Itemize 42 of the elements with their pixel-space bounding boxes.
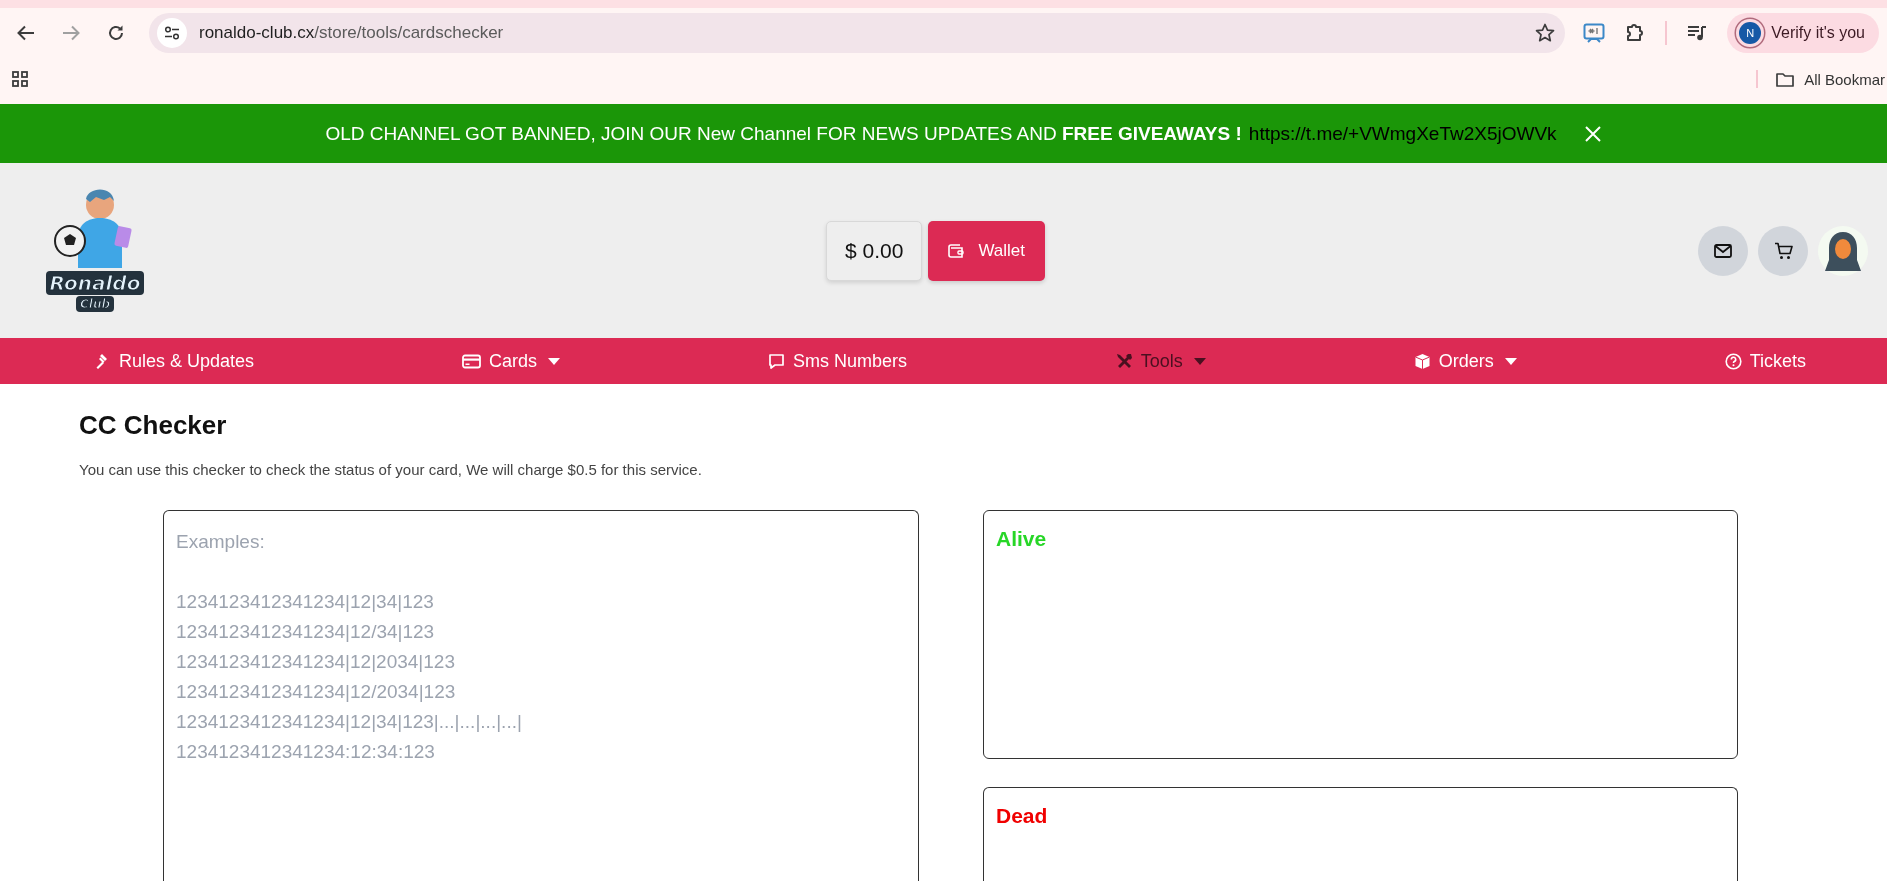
- extensions-icon[interactable]: [1625, 23, 1646, 43]
- password-icon[interactable]: [1583, 23, 1606, 43]
- apps-icon[interactable]: [12, 71, 28, 87]
- cart-button[interactable]: [1758, 225, 1808, 276]
- balance-button[interactable]: $ 0.00: [826, 220, 923, 281]
- profile-button[interactable]: N Verify it's you: [1727, 13, 1879, 53]
- channel-link[interactable]: https://t.me/+VWmgXeTw2X5jOWVk: [1248, 122, 1557, 145]
- banner-text: OLD CHANNEL GOT BANNED, JOIN OUR New Channel FOR NEWS UPDATES AND FREE GIVEAWAYS !: [325, 122, 1242, 145]
- page-title: CC Checker: [79, 410, 228, 441]
- nav-link[interactable]: Tickets: [1724, 350, 1806, 372]
- cards-input-field[interactable]: Examples: 1234123412341234|12|34|123 1234123412341234|12/34|123 1234123412341234|12|2034|123 1234123412341234|12/2034|123 1234123412341234|12|34|123|...|...|...|...| 1234123412341234:12:34:123: [163, 510, 919, 881]
- nav-link[interactable]: Sms Numbers: [767, 350, 907, 372]
- messages-button[interactable]: [1698, 225, 1748, 276]
- nav-link[interactable]: Rules & Updates: [95, 350, 255, 372]
- logo-text: Ronaldo: [45, 271, 145, 295]
- panel-title: Dead: [996, 804, 1049, 828]
- forward-arrow-icon: [62, 25, 80, 41]
- envelope-icon: [1714, 243, 1732, 258]
- media-icon[interactable]: [1687, 24, 1708, 42]
- folder-icon: [1776, 71, 1795, 87]
- credit-card-icon: [461, 353, 481, 369]
- tools-icon: [1114, 352, 1133, 370]
- close-icon[interactable]: [1583, 124, 1602, 143]
- url-text: ronaldo-club.cx/store/tools/cardschecker: [199, 23, 505, 43]
- wallet-icon: [948, 243, 965, 258]
- box-icon: [1413, 352, 1431, 370]
- nav-link[interactable]: Tools: [1114, 350, 1206, 372]
- wallet-button[interactable]: Wallet: [928, 220, 1045, 281]
- all-bookmarks-link[interactable]: All Bookmar: [1776, 70, 1885, 88]
- nav-link[interactable]: Cards: [461, 350, 560, 372]
- cart-icon: [1773, 241, 1793, 260]
- site-settings-icon[interactable]: [157, 18, 187, 48]
- chat-icon: [767, 352, 785, 370]
- address-field[interactable]: ronaldo-club.cx/store/tools/cardschecker: [149, 13, 1566, 53]
- page-description: You can use this checker to check the status of your card, We will charge $0.5 for this service.: [79, 461, 703, 478]
- back-arrow-icon: [17, 25, 35, 41]
- help-icon: [1724, 352, 1742, 370]
- nav-link[interactable]: Orders: [1413, 350, 1517, 372]
- user-avatar[interactable]: [1818, 225, 1868, 276]
- bookmark-star-icon[interactable]: [1535, 23, 1556, 43]
- reload-icon: [107, 24, 125, 42]
- panel-title: Alive: [996, 527, 1048, 551]
